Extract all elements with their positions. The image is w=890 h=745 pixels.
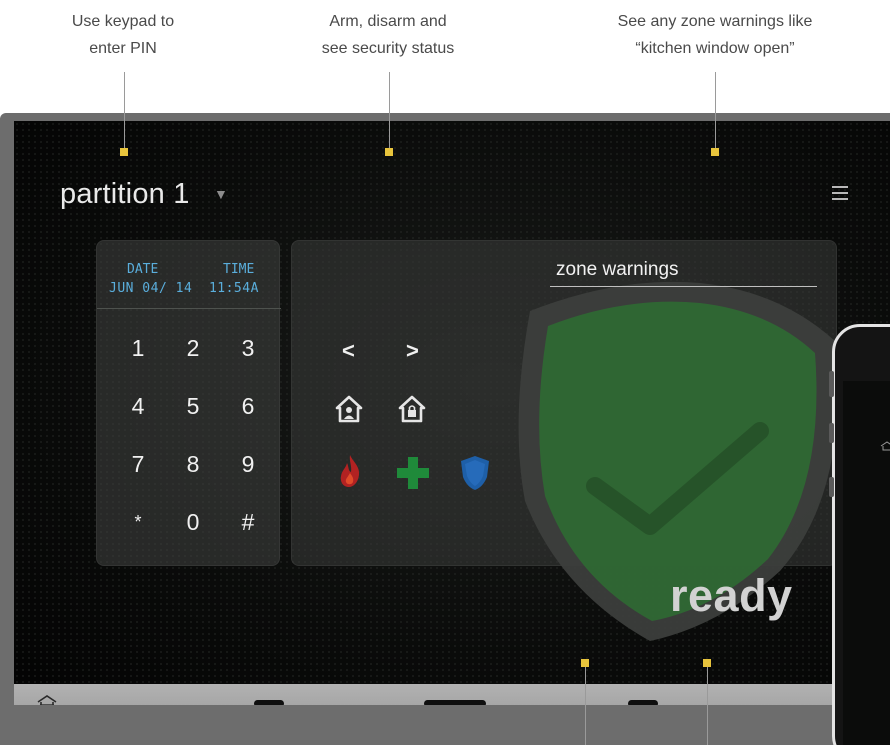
lcd-date-label: DATE	[127, 262, 159, 277]
phone-home-icon	[880, 441, 890, 451]
callout-zone-line1: See any zone warnings like	[617, 13, 813, 30]
marketing-figure: Use keypad to enter PIN Arm, disarm and …	[0, 0, 890, 745]
callout-leader-shield	[707, 667, 708, 745]
keypad-key-hash[interactable]: #	[223, 502, 273, 542]
tablet-screen: partition 1 ▼ DATE TIME JUN 04/ 14 11:54…	[14, 121, 890, 705]
nav-button-left[interactable]	[254, 700, 284, 705]
lcd-date-time-value: JUN 04/ 14 11:54A	[109, 281, 259, 296]
partition-dropdown-icon[interactable]: ▼	[214, 186, 228, 202]
keypad-key-0[interactable]: 0	[168, 502, 218, 542]
medical-icon[interactable]	[395, 455, 431, 491]
callout-marker-arm	[385, 148, 393, 156]
callout-arm-line1: Arm, disarm and	[329, 13, 447, 30]
arm-away-icon[interactable]	[398, 395, 426, 423]
callout-zone: See any zone warnings like “kitchen wind…	[578, 8, 852, 62]
callout-marker-zone	[711, 148, 719, 156]
nav-button-center[interactable]	[424, 700, 486, 705]
callout-arm-line2: see security status	[321, 40, 455, 57]
callout-marker-status	[581, 659, 589, 667]
zone-warnings-title[interactable]: zone warnings	[556, 259, 679, 281]
callout-keypad: Use keypad to enter PIN	[38, 8, 208, 62]
keypad-key-3[interactable]: 3	[223, 328, 273, 368]
callout-leader-arm	[389, 72, 390, 150]
police-icon[interactable]	[459, 455, 491, 491]
previous-arrow-button[interactable]: <	[342, 338, 355, 364]
phone-volume-button	[829, 423, 834, 443]
lcd-date-value: JUN 04/ 14	[109, 281, 193, 296]
lcd-time-value: 11:54A	[208, 281, 259, 296]
callout-marker-shield	[703, 659, 711, 667]
fire-icon[interactable]	[338, 454, 362, 488]
keypad-key-9[interactable]: 9	[223, 444, 273, 484]
arm-stay-icon[interactable]	[335, 395, 363, 423]
keypad-key-7[interactable]: 7	[113, 444, 163, 484]
callout-leader-keypad	[124, 72, 125, 150]
phone-screen	[843, 381, 890, 745]
keypad-key-star[interactable]: *	[113, 502, 163, 542]
callout-arm: Arm, disarm and see security status	[288, 8, 488, 62]
callout-keypad-line2: enter PIN	[89, 40, 157, 57]
lcd-display: DATE TIME JUN 04/ 14 11:54A	[97, 241, 281, 309]
phone-device	[829, 324, 890, 745]
phone-side-button	[829, 371, 834, 397]
callout-leader-status	[585, 667, 586, 745]
keypad-key-4[interactable]: 4	[113, 386, 163, 426]
keypad-key-2[interactable]: 2	[168, 328, 218, 368]
callout-zone-line2: “kitchen window open”	[635, 40, 795, 57]
nav-button-right[interactable]	[628, 700, 658, 705]
menu-icon[interactable]	[832, 186, 848, 200]
keypad-key-1[interactable]: 1	[113, 328, 163, 368]
callout-leader-zone	[715, 72, 716, 150]
callout-marker-keypad	[120, 148, 128, 156]
next-arrow-button[interactable]: >	[406, 338, 419, 364]
home-icon[interactable]	[36, 694, 58, 705]
partition-title[interactable]: partition 1	[60, 178, 190, 211]
keypad-key-6[interactable]: 6	[223, 386, 273, 426]
zone-warnings-divider	[550, 286, 817, 287]
lcd-time-label: TIME	[223, 262, 255, 277]
callout-keypad-line1: Use keypad to	[71, 13, 175, 30]
bottom-navigation-bar	[14, 684, 890, 705]
keypad-panel: DATE TIME JUN 04/ 14 11:54A 1 2 3 4 5 6 …	[96, 240, 281, 566]
security-status-text: ready	[670, 570, 793, 621]
keypad-key-5[interactable]: 5	[168, 386, 218, 426]
phone-volume-button-2	[829, 477, 834, 497]
keypad-key-8[interactable]: 8	[168, 444, 218, 484]
